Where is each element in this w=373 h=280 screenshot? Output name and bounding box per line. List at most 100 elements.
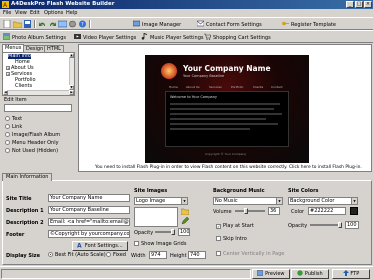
image-opacity-slider[interactable] — [155, 229, 175, 235]
tree-vertical-scrollbar[interactable]: ▲ ▼ — [69, 53, 74, 90]
radio-circle — [5, 132, 10, 137]
tree-horizontal-scrollbar[interactable]: ◀ ▶ — [3, 90, 74, 95]
background-music-select[interactable]: No Music ▼ — [213, 197, 283, 205]
item-type-hidden-radio[interactable]: Not Used (Hidden) — [5, 148, 58, 154]
item-type-album-radio[interactable]: Image/Flash Album — [5, 132, 60, 138]
show-image-grids-checkbox[interactable]: Show Image Grids — [134, 241, 186, 247]
flash-site-preview[interactable]: Your Company Name Your Company Baseline … — [145, 55, 309, 163]
image-manager-button[interactable]: Image Manager — [133, 20, 181, 29]
volume-slider[interactable] — [235, 208, 265, 214]
preview-nav-item[interactable]: Clients — [253, 85, 263, 89]
edit-image-icon[interactable] — [181, 217, 189, 225]
site-image-thumbnail[interactable] — [134, 207, 178, 227]
save-icon[interactable] — [23, 20, 32, 28]
open-folder-icon[interactable] — [181, 207, 189, 215]
background-music-value: No Music — [215, 198, 238, 204]
undo-icon[interactable] — [38, 20, 47, 28]
open-folder-icon[interactable] — [13, 20, 22, 28]
edit-item-input[interactable] — [4, 104, 72, 112]
footer-input[interactable]: ©Copyright by yourcompany.com — [48, 230, 130, 238]
description-2-input[interactable]: Email: <a href="mailto:email@your — [48, 218, 130, 226]
item-type-link-radio[interactable]: Link — [5, 124, 22, 130]
item-type-header-radio[interactable]: Menu Header Only — [5, 140, 59, 146]
preview-pane[interactable]: Your Company Name Your Company Baseline … — [78, 44, 372, 172]
window-title: A4DeskPro Flash Website Builder — [11, 1, 115, 7]
app-window: A A4DeskPro Flash Website Builder _ □ × … — [0, 0, 373, 280]
radio-label: Link — [12, 124, 23, 130]
color-opacity-slider[interactable] — [310, 222, 342, 228]
menu-file[interactable]: File — [3, 10, 11, 16]
contact-form-settings-button[interactable]: Contact Form Settings — [197, 20, 262, 29]
maximize-button[interactable]: □ — [355, 1, 363, 8]
image-icon[interactable] — [58, 20, 67, 28]
preview-nav-item[interactable]: Home — [169, 85, 178, 89]
image-manager-label: Image Manager — [142, 22, 182, 28]
checkbox-label: Skip Intro — [223, 236, 247, 242]
menu-edit[interactable]: Edit — [30, 10, 40, 16]
color-swatch[interactable] — [350, 207, 358, 215]
site-images-value: Logo Image — [136, 198, 166, 204]
tree-item-clients[interactable]: Clients — [15, 84, 32, 89]
company-logo — [161, 63, 177, 79]
tab-html[interactable]: HTML — [44, 45, 64, 52]
slider-thumb[interactable] — [338, 222, 342, 228]
tab-menus[interactable]: Menus — [2, 44, 25, 52]
preview-content-area: Welcome to Your Company — [165, 91, 289, 147]
height-input[interactable]: 740 — [188, 251, 206, 259]
color-hex-input[interactable]: #222222 — [308, 207, 346, 215]
new-file-icon[interactable] — [3, 20, 12, 28]
site-colors-select[interactable]: Background Color ▼ — [288, 197, 358, 205]
tab-main-information[interactable]: Main Information — [2, 173, 53, 181]
menu-help[interactable]: Help — [66, 10, 77, 16]
scroll-left-icon[interactable]: ◀ — [3, 90, 8, 95]
expand-icon[interactable]: + — [6, 72, 10, 76]
best-fit-radio[interactable]: Best Fit (Auto Scale) — [48, 252, 106, 258]
font-settings-button[interactable]: A Font Settings... — [72, 241, 128, 251]
scroll-right-icon[interactable]: ▶ — [69, 90, 74, 95]
help-icon[interactable]: ? — [78, 20, 87, 28]
expand-icon[interactable]: + — [6, 66, 10, 70]
redo-icon[interactable] — [48, 20, 57, 28]
music-player-settings-button[interactable]: Music Player Settings — [141, 33, 203, 42]
menu-view[interactable]: View — [15, 10, 27, 16]
preview-button[interactable]: Preview — [252, 269, 290, 279]
settings-icon[interactable] — [68, 20, 77, 28]
preview-text-line — [170, 103, 280, 105]
preview-nav-item[interactable]: Services — [209, 85, 222, 89]
footer-label: Footer — [6, 232, 25, 238]
site-title-input[interactable]: Your Company Name — [48, 194, 130, 202]
menu-options[interactable]: Options — [44, 10, 63, 16]
site-images-select[interactable]: Logo Image ▼ — [134, 197, 188, 205]
preview-nav-item[interactable]: Portfolio — [231, 85, 243, 89]
preview-nav-item[interactable]: Contact — [271, 85, 283, 89]
slider-thumb[interactable] — [171, 229, 175, 235]
preview-text-line — [170, 118, 266, 120]
description-1-input[interactable]: Your Company Baseline — [48, 206, 130, 214]
image-opacity-label: Opacity — [134, 230, 154, 236]
width-input[interactable]: 974 — [149, 251, 167, 259]
shopping-cart-settings-button[interactable]: Shopping Cart Settings — [204, 33, 271, 42]
publish-button[interactable]: Publish — [291, 269, 329, 279]
flash-plugin-notice[interactable]: You need to install Flash Plug-in in ord… — [95, 165, 362, 170]
close-button[interactable]: × — [364, 1, 372, 8]
minimize-button[interactable]: _ — [346, 1, 354, 8]
play-at-start-checkbox[interactable]: ✓ Play at Start — [216, 223, 254, 229]
fixed-size-radio[interactable]: Fixed — [106, 252, 126, 258]
register-template-button[interactable]: Register Template — [282, 20, 336, 29]
item-type-text-radio[interactable]: Text — [5, 116, 22, 122]
site-images-label: Site Images — [134, 188, 168, 194]
skip-intro-checkbox[interactable]: Skip Intro — [216, 236, 247, 242]
scroll-up-icon[interactable]: ▲ — [69, 53, 74, 58]
video-player-settings-button[interactable]: Video Player Settings — [74, 33, 136, 42]
center-vertically-checkbox[interactable]: Center Vertically in Page — [216, 251, 284, 257]
ftp-button[interactable]: FTP — [332, 269, 370, 279]
ftp-button-label: FTP — [350, 271, 360, 277]
menu-bar: File View Edit Options Help — [0, 9, 373, 17]
image-opacity-input[interactable]: 100 — [178, 228, 190, 236]
photo-album-settings-button[interactable]: Photo Album Settings — [3, 33, 66, 42]
volume-input[interactable]: 36 — [268, 207, 280, 215]
color-opacity-input[interactable]: 100 — [345, 221, 359, 229]
preview-nav-item[interactable]: About Us — [186, 85, 200, 89]
tab-design[interactable]: Design — [23, 45, 47, 52]
slider-thumb[interactable] — [244, 208, 248, 214]
